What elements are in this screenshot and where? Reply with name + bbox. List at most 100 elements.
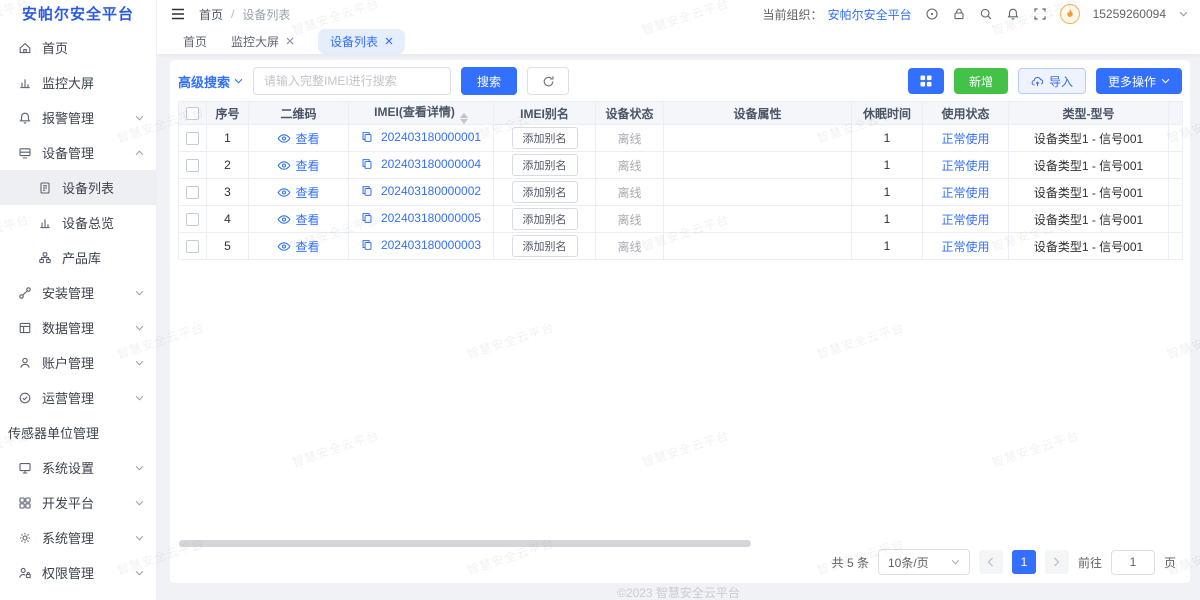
add-alias-button[interactable]: 添加别名 — [512, 154, 578, 176]
next-page-button[interactable] — [1045, 550, 1069, 574]
eye-icon — [277, 133, 291, 144]
col-index: 序号 — [207, 102, 249, 125]
lock-icon[interactable] — [952, 7, 966, 21]
sidebar-item-system-mgmt[interactable]: 系统管理 — [0, 520, 156, 555]
add-alias-button[interactable]: 添加别名 — [512, 181, 578, 203]
sidebar-item-monitor-screen[interactable]: 监控大屏 — [0, 65, 156, 100]
import-button[interactable]: 导入 — [1018, 68, 1086, 94]
sidebar-item-product-library[interactable]: 产品库 — [0, 240, 156, 275]
chevron-down-icon — [135, 395, 144, 401]
tab-device-list[interactable]: 设备列表 — [318, 29, 405, 54]
page-unit: 页 — [1164, 554, 1176, 571]
sidebar-item-home[interactable]: 首页 — [0, 30, 156, 65]
imei-link[interactable]: 202403180000005 — [381, 211, 481, 225]
qr-view-link[interactable]: 查看 — [277, 211, 319, 228]
tab-monitor-screen[interactable]: 监控大屏 — [231, 33, 294, 50]
add-alias-button[interactable]: 添加别名 — [512, 235, 578, 257]
copy-icon[interactable] — [361, 239, 373, 251]
copy-icon[interactable] — [361, 158, 373, 170]
breadcrumb-home[interactable]: 首页 — [199, 6, 223, 23]
qr-view-link[interactable]: 查看 — [277, 130, 319, 147]
eye-icon — [277, 214, 291, 225]
sidebar-item-account-mgmt[interactable]: 账户管理 — [0, 345, 156, 380]
sidebar-item-operation-mgmt[interactable]: 运营管理 — [0, 380, 156, 415]
chevron-down-icon[interactable] — [1179, 11, 1188, 17]
sidebar-item-permission-mgmt[interactable]: 权限管理 — [0, 555, 156, 590]
imei-search-input[interactable] — [253, 67, 451, 95]
breadcrumb-separator: / — [231, 7, 234, 21]
device-list-card: 高级搜索 搜索 新增 导入 更多操作 — [170, 60, 1190, 583]
sidebar-item-device-list[interactable]: 设备列表 — [0, 170, 156, 205]
imei-link[interactable]: 202403180000001 — [381, 130, 481, 144]
imei-link[interactable]: 202403180000004 — [381, 157, 481, 171]
bell-icon[interactable] — [1006, 7, 1020, 21]
row-index: 1 — [224, 131, 231, 145]
username[interactable]: 15259260094 — [1093, 7, 1166, 21]
sidebar-item-install-mgmt[interactable]: 安装管理 — [0, 275, 156, 310]
hamburger-icon[interactable] — [171, 8, 185, 20]
copy-icon[interactable] — [361, 212, 373, 224]
chevron-down-icon — [135, 360, 144, 366]
add-alias-button[interactable]: 添加别名 — [512, 208, 578, 230]
row-checkbox[interactable] — [186, 132, 199, 145]
usage-status-link[interactable]: 正常使用 — [941, 130, 989, 147]
add-alias-button[interactable]: 添加别名 — [512, 127, 578, 149]
sidebar-item-alarm-mgmt[interactable]: 报警管理 — [0, 100, 156, 135]
copy-icon[interactable] — [361, 185, 373, 197]
pagination: 共 5 条 10条/页 1 前往 页 — [832, 549, 1176, 575]
sidebar-item-system-settings[interactable]: 系统设置 — [0, 450, 156, 485]
type-model: 设备类型1 - 信号001 — [1034, 240, 1143, 254]
account-user-icon — [18, 356, 32, 370]
topbar-actions: 当前组织： 安帕尔安全平台 15259260094 — [763, 4, 1188, 24]
sidebar-item-dev-platform[interactable]: 开发平台 — [0, 485, 156, 520]
search-button[interactable]: 搜索 — [461, 67, 517, 95]
search-icon[interactable] — [979, 7, 993, 21]
usage-status-link[interactable]: 正常使用 — [941, 184, 989, 201]
user-avatar[interactable] — [1060, 4, 1080, 24]
close-icon[interactable] — [385, 37, 393, 45]
qr-view-link[interactable]: 查看 — [277, 238, 319, 255]
column-settings-button[interactable] — [908, 68, 944, 94]
sidebar-item-device-mgmt[interactable]: 设备管理 — [0, 135, 156, 170]
device-icon — [18, 146, 32, 160]
usage-status-link[interactable]: 正常使用 — [941, 211, 989, 228]
prev-page-button[interactable] — [979, 550, 1003, 574]
type-model: 设备类型1 - 信号001 — [1034, 213, 1143, 227]
qr-view-link[interactable]: 查看 — [277, 157, 319, 174]
fullscreen-icon[interactable] — [1033, 7, 1047, 21]
dev-grid-icon — [18, 496, 32, 510]
sidebar-item-device-overview[interactable]: 设备总览 — [0, 205, 156, 240]
usage-status-link[interactable]: 正常使用 — [941, 157, 989, 174]
sleep-time: 1 — [884, 185, 891, 199]
add-button[interactable]: 新增 — [954, 68, 1008, 94]
sidebar-item-sensor-unit-mgmt[interactable]: 传感器单位管理 — [0, 415, 156, 450]
close-icon[interactable] — [286, 37, 294, 45]
tab-home[interactable]: 首页 — [183, 33, 207, 50]
imei-link[interactable]: 202403180000002 — [381, 184, 481, 198]
imei-link[interactable]: 202403180000003 — [381, 238, 481, 252]
row-checkbox[interactable] — [186, 186, 199, 199]
operation-check-icon — [18, 391, 32, 405]
page-number-1[interactable]: 1 — [1012, 550, 1036, 574]
horizontal-scrollbar[interactable] — [179, 540, 751, 547]
grid-icon — [920, 75, 932, 87]
org-name-link[interactable]: 安帕尔安全平台 — [828, 6, 912, 23]
row-checkbox[interactable] — [186, 240, 199, 253]
flame-avatar-icon — [1064, 8, 1076, 20]
sidebar-item-data-mgmt[interactable]: 数据管理 — [0, 310, 156, 345]
row-checkbox[interactable] — [186, 213, 199, 226]
usage-status-link[interactable]: 正常使用 — [941, 238, 989, 255]
page-size-select[interactable]: 10条/页 — [878, 549, 970, 575]
sort-carets[interactable] — [460, 113, 468, 124]
col-device-status: 设备状态 — [596, 102, 664, 125]
select-all-checkbox[interactable] — [186, 107, 199, 120]
col-type-model: 类型-型号 — [1009, 102, 1169, 125]
copy-icon[interactable] — [361, 131, 373, 143]
more-actions-button[interactable]: 更多操作 — [1096, 68, 1182, 94]
refresh-button[interactable] — [527, 67, 569, 95]
advanced-search-toggle[interactable]: 高级搜索 — [178, 72, 243, 91]
row-checkbox[interactable] — [186, 159, 199, 172]
globe-icon[interactable] — [925, 7, 939, 21]
qr-view-link[interactable]: 查看 — [277, 184, 319, 201]
goto-page-input[interactable] — [1111, 550, 1155, 575]
